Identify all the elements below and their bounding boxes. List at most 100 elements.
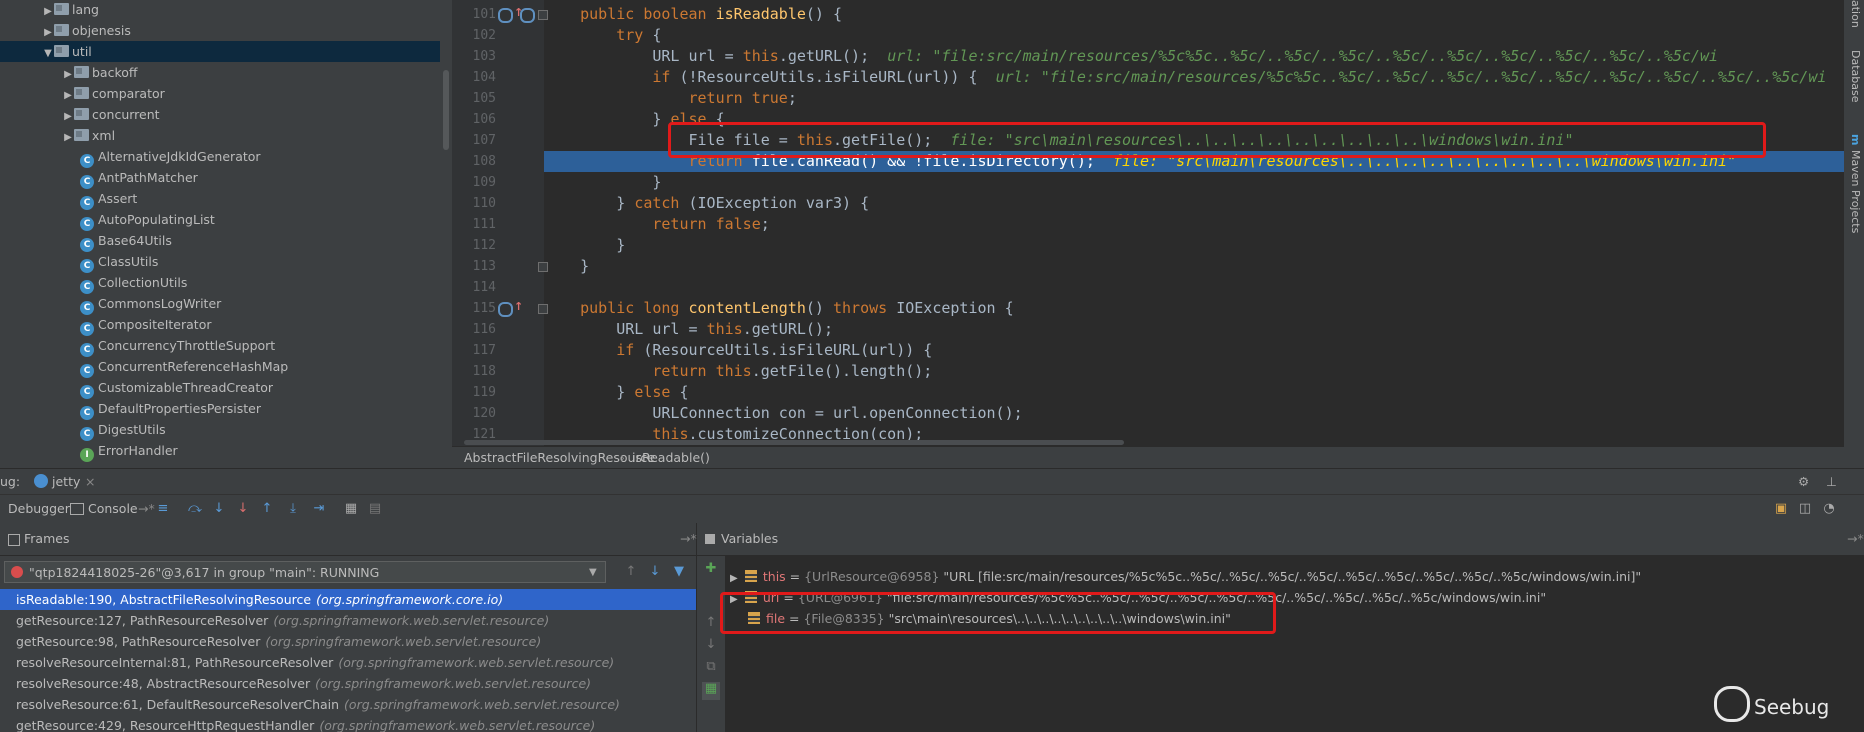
overridden-icon[interactable] bbox=[520, 8, 535, 23]
tree-item[interactable]: ▶ concurrent bbox=[0, 104, 440, 125]
tree-item[interactable]: C ClassUtils bbox=[0, 251, 440, 273]
tree-item[interactable]: C CompositeIterator bbox=[0, 314, 440, 336]
tree-item[interactable]: C CollectionUtils bbox=[0, 272, 440, 294]
step-over-icon[interactable]: ⤼ bbox=[188, 502, 202, 516]
line-number[interactable]: 117 bbox=[452, 340, 496, 361]
implements-arrow-icon[interactable]: ↑ bbox=[514, 300, 523, 313]
stack-frame[interactable]: resolveResource:61, DefaultResourceResol… bbox=[0, 694, 696, 715]
variables-pin[interactable]: →* bbox=[1847, 523, 1864, 555]
code-line[interactable]: URL url = this.getURL(); bbox=[544, 319, 1844, 340]
tree-item[interactable]: I ErrorHandler bbox=[0, 440, 440, 462]
drop-frame-icon[interactable]: ⤓ bbox=[286, 502, 300, 516]
show-execution-point-icon[interactable]: ≡ bbox=[156, 502, 170, 516]
line-number[interactable]: 109 bbox=[452, 172, 496, 193]
tree-item[interactable]: ▼ util bbox=[0, 41, 440, 62]
project-tree[interactable]: ▶ lang ▶ objenesis ▼ util ▶ backoff ▶ comparator ▶… bbox=[0, 0, 452, 468]
code-line[interactable] bbox=[544, 277, 1844, 298]
code-line[interactable]: URL url = this.getURL(); url: "file:src/… bbox=[544, 46, 1844, 67]
code-line[interactable]: public long contentLength() throws IOExc… bbox=[544, 298, 1844, 319]
move-up-icon[interactable]: ↑ bbox=[704, 616, 718, 630]
step-out-icon[interactable]: ↑ bbox=[260, 502, 274, 516]
code-line[interactable]: } catch (IOException var3) { bbox=[544, 193, 1844, 214]
tree-item[interactable]: ▶ lang bbox=[0, 0, 440, 20]
tree-item[interactable]: C AutoPopulatingList bbox=[0, 209, 440, 231]
code-line[interactable]: if (ResourceUtils.isFileURL(url)) { bbox=[544, 340, 1844, 361]
expanded-arrow-icon[interactable]: ▼ bbox=[42, 43, 54, 64]
code-line[interactable]: return false; bbox=[544, 214, 1844, 235]
stack-frame[interactable]: resolveResourceInternal:81, PathResource… bbox=[0, 652, 696, 673]
evaluate-icon[interactable]: ▦ bbox=[344, 502, 358, 516]
collapsed-arrow-icon[interactable]: ▶ bbox=[62, 85, 74, 106]
code-line[interactable]: return true; bbox=[544, 88, 1844, 109]
tab-debugger[interactable]: Debugger bbox=[8, 495, 70, 523]
collapsed-arrow-icon[interactable]: ▶ bbox=[62, 106, 74, 127]
collapsed-arrow-icon[interactable]: ▶ bbox=[42, 1, 54, 22]
layout-settings-icon[interactable]: ◫ bbox=[1798, 502, 1812, 516]
breadcrumb-method[interactable]: isReadable() bbox=[632, 447, 710, 469]
move-down-icon[interactable]: ↓ bbox=[704, 638, 718, 652]
frames-pin[interactable]: →* bbox=[680, 523, 697, 555]
tree-item[interactable]: ▶ objenesis bbox=[0, 20, 440, 41]
line-number[interactable]: 112 bbox=[452, 235, 496, 256]
collapsed-arrow-icon[interactable]: ▶ bbox=[62, 64, 74, 85]
tree-item[interactable]: C ConcurrentReferenceHashMap bbox=[0, 356, 440, 378]
code-line[interactable]: URLConnection con = url.openConnection()… bbox=[544, 403, 1844, 424]
tree-item[interactable]: ▶ comparator bbox=[0, 83, 440, 104]
collapsed-arrow-icon[interactable]: ▶ bbox=[42, 22, 54, 43]
line-number[interactable]: 105 bbox=[452, 88, 496, 109]
code-line[interactable]: } bbox=[544, 256, 1844, 277]
editor-gutter[interactable]: 101 102 103 104 105 106 107 108 109 110 111 112 113 1… bbox=[452, 0, 548, 446]
console-pin[interactable]: →* bbox=[138, 495, 155, 523]
new-watch-icon[interactable]: ✚ bbox=[704, 562, 718, 576]
line-number[interactable]: 110 bbox=[452, 193, 496, 214]
tree-item[interactable]: ▶ backoff bbox=[0, 62, 440, 83]
code-line[interactable]: } bbox=[544, 172, 1844, 193]
memory-icon[interactable]: ◔ bbox=[1822, 502, 1836, 516]
code-line[interactable]: public boolean isReadable() { bbox=[544, 4, 1844, 25]
line-number[interactable]: 102 bbox=[452, 25, 496, 46]
tree-item[interactable]: C ConcurrencyThrottleSupport bbox=[0, 335, 440, 357]
run-to-cursor-icon[interactable]: ⇥ bbox=[312, 502, 326, 516]
line-number[interactable]: 103 bbox=[452, 46, 496, 67]
frame-up-icon[interactable]: ↑ bbox=[624, 565, 638, 579]
hide-panel-icon[interactable]: ⊥ bbox=[1826, 469, 1837, 495]
tree-item[interactable]: C Base64Utils bbox=[0, 230, 440, 252]
line-number[interactable]: 108 bbox=[452, 151, 496, 172]
maven-projects-tool-button[interactable]: Maven Projects bbox=[1846, 150, 1862, 233]
stack-frame[interactable]: resolveResource:48, AbstractResourceReso… bbox=[0, 673, 696, 694]
filter-icon[interactable]: ▼ bbox=[672, 565, 686, 579]
line-number[interactable]: 106 bbox=[452, 109, 496, 130]
editor-horizontal-scrollbar[interactable] bbox=[464, 440, 1124, 445]
code-editor[interactable]: 101 102 103 104 105 106 107 108 109 110 111 112 113 1… bbox=[452, 0, 1844, 446]
session-tab-jetty[interactable]: jetty bbox=[52, 469, 80, 495]
breadcrumb-class[interactable]: AbstractFileResolvingResource bbox=[464, 447, 655, 469]
close-icon[interactable]: × bbox=[85, 469, 95, 495]
tab-console[interactable]: Console bbox=[88, 495, 138, 523]
line-number[interactable]: 116 bbox=[452, 319, 496, 340]
chevron-down-icon[interactable]: ▼ bbox=[589, 562, 597, 584]
code-line[interactable]: try { bbox=[544, 25, 1844, 46]
tree-item[interactable]: C Assert bbox=[0, 188, 440, 210]
variables-tree[interactable]: ▶ this = {UrlResource@6958} "URL [file:sr… bbox=[726, 556, 1864, 732]
override-icon[interactable] bbox=[498, 8, 513, 23]
settings-icon[interactable]: ⚙ bbox=[1798, 469, 1809, 495]
variable-row[interactable]: ▶ this = {UrlResource@6958} "URL [file:sr… bbox=[730, 566, 1641, 587]
line-number[interactable]: 118 bbox=[452, 361, 496, 382]
tree-scrollbar[interactable] bbox=[443, 70, 449, 150]
tree-item[interactable]: C DigestUtils bbox=[0, 419, 440, 441]
override-icon[interactable] bbox=[498, 302, 513, 317]
database-tool-button[interactable]: Database bbox=[1846, 50, 1862, 103]
watches-icon[interactable]: ▦ bbox=[702, 682, 720, 700]
line-number[interactable]: 120 bbox=[452, 403, 496, 424]
code-line[interactable]: } else { bbox=[544, 382, 1844, 403]
code-line[interactable]: if (!ResourceUtils.isFileURL(url)) { url… bbox=[544, 67, 1844, 88]
stack-frame[interactable]: getResource:127, PathResourceResolver (or… bbox=[0, 610, 696, 631]
step-into-icon[interactable]: ↓ bbox=[212, 502, 226, 516]
line-number[interactable]: 114 bbox=[452, 277, 496, 298]
frames-list[interactable]: isReadable:190, AbstractFileResolvingRes… bbox=[0, 588, 696, 732]
line-number[interactable]: 113 bbox=[452, 256, 496, 277]
frame-down-icon[interactable]: ↓ bbox=[648, 565, 662, 579]
trace-icon[interactable]: ▤ bbox=[368, 502, 382, 516]
line-number[interactable]: 119 bbox=[452, 382, 496, 403]
tree-item[interactable]: C CommonsLogWriter bbox=[0, 293, 440, 315]
